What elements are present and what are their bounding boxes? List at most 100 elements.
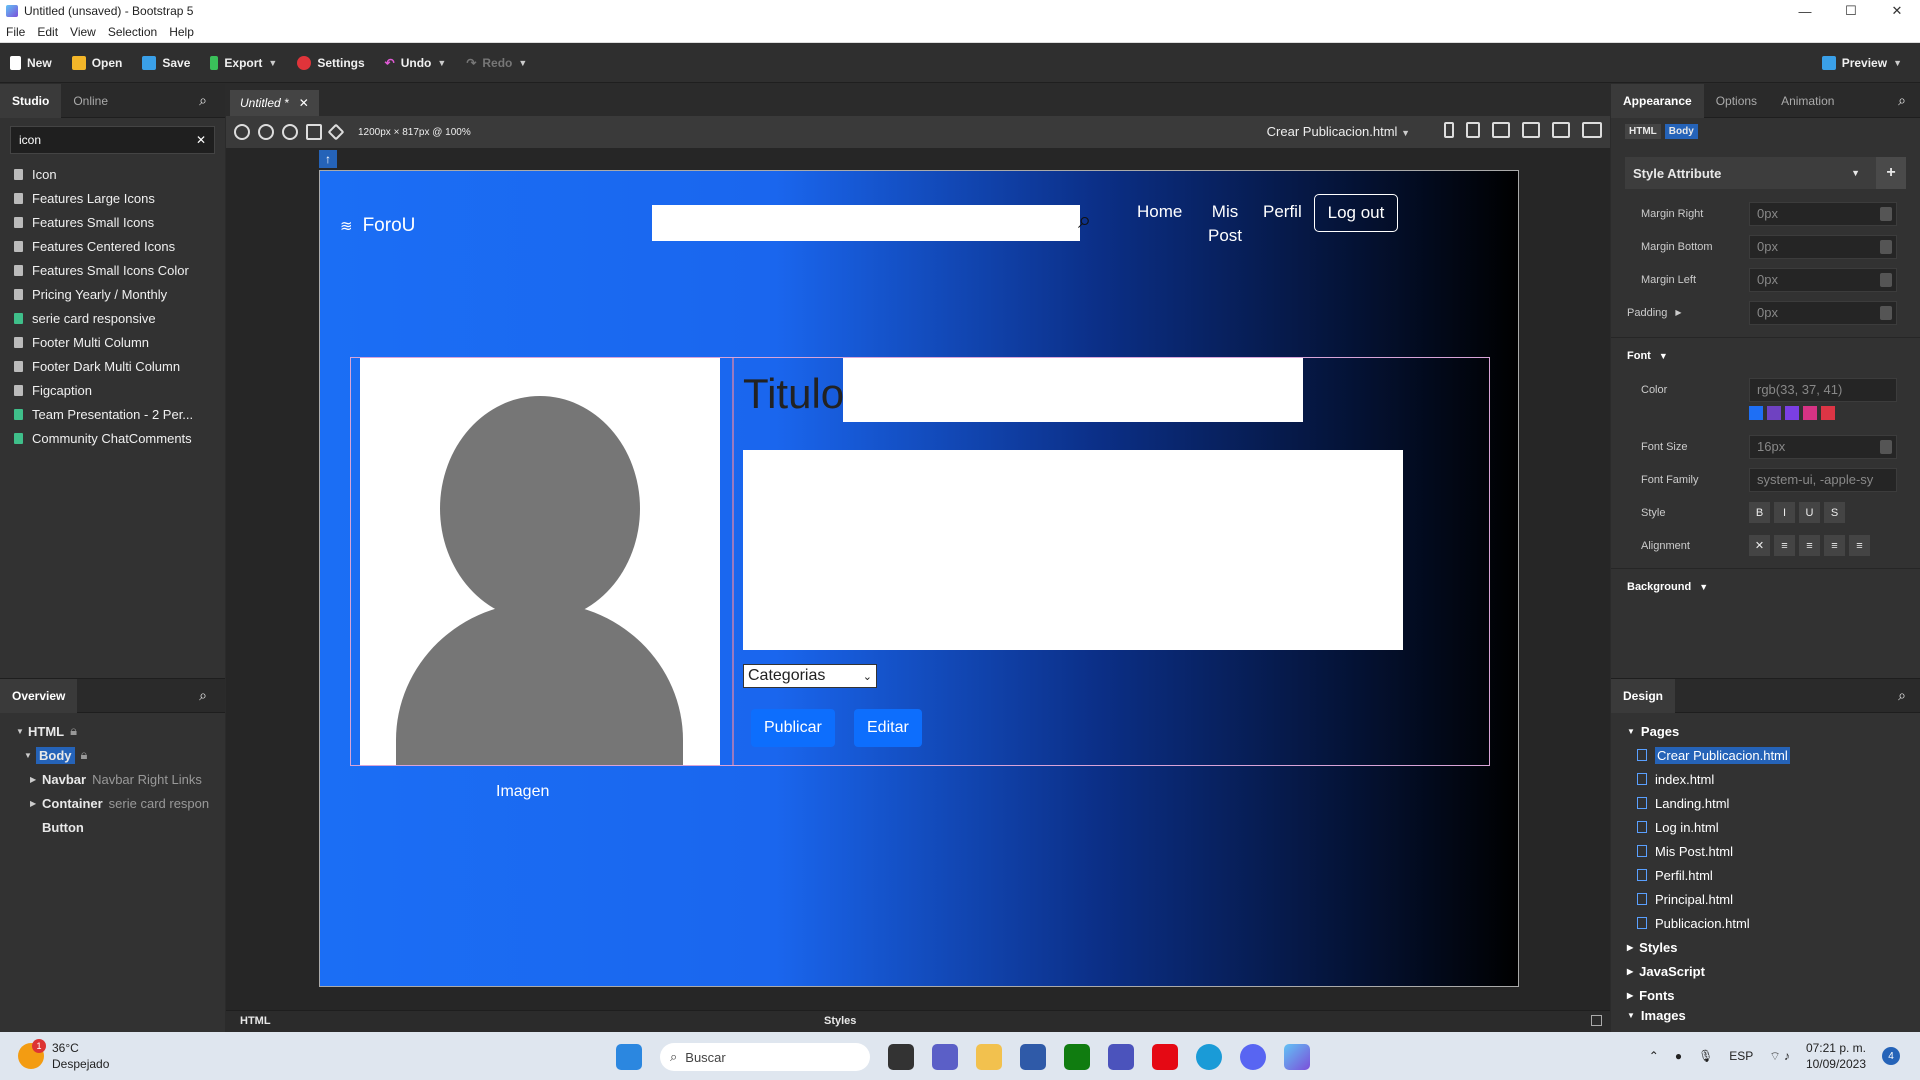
list-item[interactable]: Community ChatComments: [0, 426, 225, 450]
new-button[interactable]: New: [0, 49, 62, 77]
microphone-icon[interactable]: 🎙︎: [1698, 1049, 1713, 1063]
page-item[interactable]: Perfil.html: [1611, 863, 1920, 887]
pages-folder[interactable]: ▼ Pages: [1611, 719, 1920, 743]
italic-button[interactable]: I: [1774, 502, 1795, 523]
margin-bottom-input[interactable]: 0px: [1749, 234, 1897, 259]
tab-design[interactable]: Design: [1611, 678, 1676, 713]
teams-icon[interactable]: [1108, 1044, 1134, 1070]
desktop-view-icon[interactable]: [1552, 122, 1570, 138]
tab-overview[interactable]: Overview: [0, 678, 78, 713]
language-indicator[interactable]: ESP: [1729, 1049, 1753, 1063]
preview-button[interactable]: Preview ▼: [1812, 49, 1912, 77]
tab-appearance[interactable]: Appearance: [1611, 83, 1704, 118]
publicar-button[interactable]: Publicar: [751, 709, 835, 747]
notification-badge[interactable]: 4: [1882, 1047, 1900, 1065]
tablet-view-icon[interactable]: [1466, 122, 1480, 138]
align-center-icon[interactable]: ≡: [1799, 535, 1820, 556]
chevron-right-icon[interactable]: ▶: [1675, 308, 1681, 317]
stepper-icon[interactable]: [1880, 439, 1892, 454]
clear-icon[interactable]: ✕: [196, 133, 206, 147]
font-size-input[interactable]: 16px: [1749, 434, 1897, 459]
list-item[interactable]: serie card responsive: [0, 306, 225, 330]
menu-selection[interactable]: Selection: [102, 25, 163, 39]
align-justify-icon[interactable]: ≡: [1849, 535, 1870, 556]
settings-button[interactable]: Settings: [287, 49, 374, 77]
list-item[interactable]: Features Small Icons: [0, 210, 225, 234]
chip-html[interactable]: HTML: [1625, 124, 1661, 139]
tab-animation[interactable]: Animation: [1769, 84, 1846, 118]
tree-node-button[interactable]: Button: [0, 815, 225, 839]
page-item[interactable]: Crear Publicacion.html: [1611, 743, 1920, 767]
tree-node-body[interactable]: ▼ Body 🔒︎: [0, 743, 225, 767]
phone-view-icon[interactable]: [1444, 122, 1454, 138]
page-select[interactable]: Crear Publicacion.html ▼: [1267, 124, 1410, 139]
chat-icon[interactable]: [932, 1044, 958, 1070]
page-item[interactable]: Mis Post.html: [1611, 839, 1920, 863]
styles-folder[interactable]: ▶ Styles: [1611, 935, 1920, 959]
netflix-icon[interactable]: [1152, 1044, 1178, 1070]
search-icon[interactable]: ⌕: [1078, 207, 1091, 235]
tab-online[interactable]: Online: [61, 84, 120, 118]
zoom-in-icon[interactable]: [234, 124, 250, 140]
tab-options[interactable]: Options: [1704, 84, 1769, 118]
font-family-select[interactable]: system-ui, -apple-sy: [1749, 467, 1897, 492]
stepper-icon[interactable]: [1880, 206, 1892, 221]
list-item[interactable]: Footer Dark Multi Column: [0, 354, 225, 378]
stepper-icon[interactable]: [1880, 272, 1892, 287]
zoom-out-icon[interactable]: [258, 124, 274, 140]
antivirus-icon[interactable]: ●: [1675, 1049, 1682, 1063]
page-item[interactable]: Landing.html: [1611, 791, 1920, 815]
navbar-brand[interactable]: ≋ ForoU: [340, 215, 415, 237]
style-attribute-dropdown[interactable]: Style Attribute ▼ +: [1625, 157, 1906, 189]
page-item[interactable]: Principal.html: [1611, 887, 1920, 911]
close-button[interactable]: ✕: [1874, 0, 1920, 22]
minimize-button[interactable]: —: [1782, 0, 1828, 22]
maximize-button[interactable]: ☐: [1828, 0, 1874, 22]
canvas-size-info[interactable]: 1200px × 817px @ 100%: [358, 127, 471, 138]
title-input[interactable]: [843, 358, 1303, 422]
wide-view-icon[interactable]: [1582, 122, 1602, 138]
color-input[interactable]: rgb(33, 37, 41): [1749, 377, 1897, 402]
swatch[interactable]: [1821, 406, 1835, 420]
search-icon[interactable]: ⌕: [1898, 92, 1906, 109]
page-item[interactable]: Publicacion.html: [1611, 911, 1920, 935]
list-item[interactable]: Team Presentation - 2 Per...: [0, 402, 225, 426]
chip-body[interactable]: Body: [1664, 124, 1698, 139]
padding-input[interactable]: 0px: [1749, 300, 1897, 325]
category-select[interactable]: Categorias ⌄: [743, 664, 877, 688]
redo-button[interactable]: ↷ Redo ▼: [456, 49, 537, 77]
margin-right-input[interactable]: 0px: [1749, 201, 1897, 226]
layers-icon[interactable]: [327, 123, 345, 141]
content-textarea[interactable]: [743, 450, 1403, 650]
align-left-icon[interactable]: ≡: [1774, 535, 1795, 556]
document-tab[interactable]: Untitled * ✕: [230, 90, 319, 116]
list-item[interactable]: Features Large Icons: [0, 186, 225, 210]
menu-edit[interactable]: Edit: [31, 25, 64, 39]
edge-icon[interactable]: [1196, 1044, 1222, 1070]
undo-button[interactable]: ↶ Undo ▼: [375, 49, 457, 77]
font-section-header[interactable]: Font ▼: [1611, 337, 1920, 373]
list-item[interactable]: Features Centered Icons: [0, 234, 225, 258]
nav-link-mis-post[interactable]: Mis Post: [1208, 200, 1242, 248]
list-item[interactable]: Features Small Icons Color: [0, 258, 225, 282]
javascript-folder[interactable]: ▶ JavaScript: [1611, 959, 1920, 983]
list-item[interactable]: Footer Multi Column: [0, 330, 225, 354]
nav-link-perfil[interactable]: Perfil: [1263, 200, 1302, 224]
html-panel-tab[interactable]: HTML: [240, 1015, 271, 1027]
list-item[interactable]: Figcaption: [0, 378, 225, 402]
list-item[interactable]: Icon: [0, 162, 225, 186]
wifi-volume-icon[interactable]: ⌔ ♪: [1769, 1049, 1790, 1064]
chevron-up-icon[interactable]: ⌃: [1649, 1049, 1659, 1063]
tree-node-navbar[interactable]: ▶ Navbar Navbar Right Links: [0, 767, 225, 791]
expand-icon[interactable]: [1591, 1015, 1602, 1026]
logout-button[interactable]: Log out: [1314, 194, 1398, 232]
xbox-icon[interactable]: [1064, 1044, 1090, 1070]
margin-left-input[interactable]: 0px: [1749, 267, 1897, 292]
windows-start-icon[interactable]: [616, 1044, 642, 1070]
explorer-icon[interactable]: [976, 1044, 1002, 1070]
align-none-icon[interactable]: ✕: [1749, 535, 1770, 556]
editar-button[interactable]: Editar: [854, 709, 922, 747]
open-button[interactable]: Open: [62, 49, 133, 77]
select-parent-icon[interactable]: ↑: [319, 150, 337, 168]
images-folder[interactable]: ▼ Images: [1611, 1007, 1920, 1023]
